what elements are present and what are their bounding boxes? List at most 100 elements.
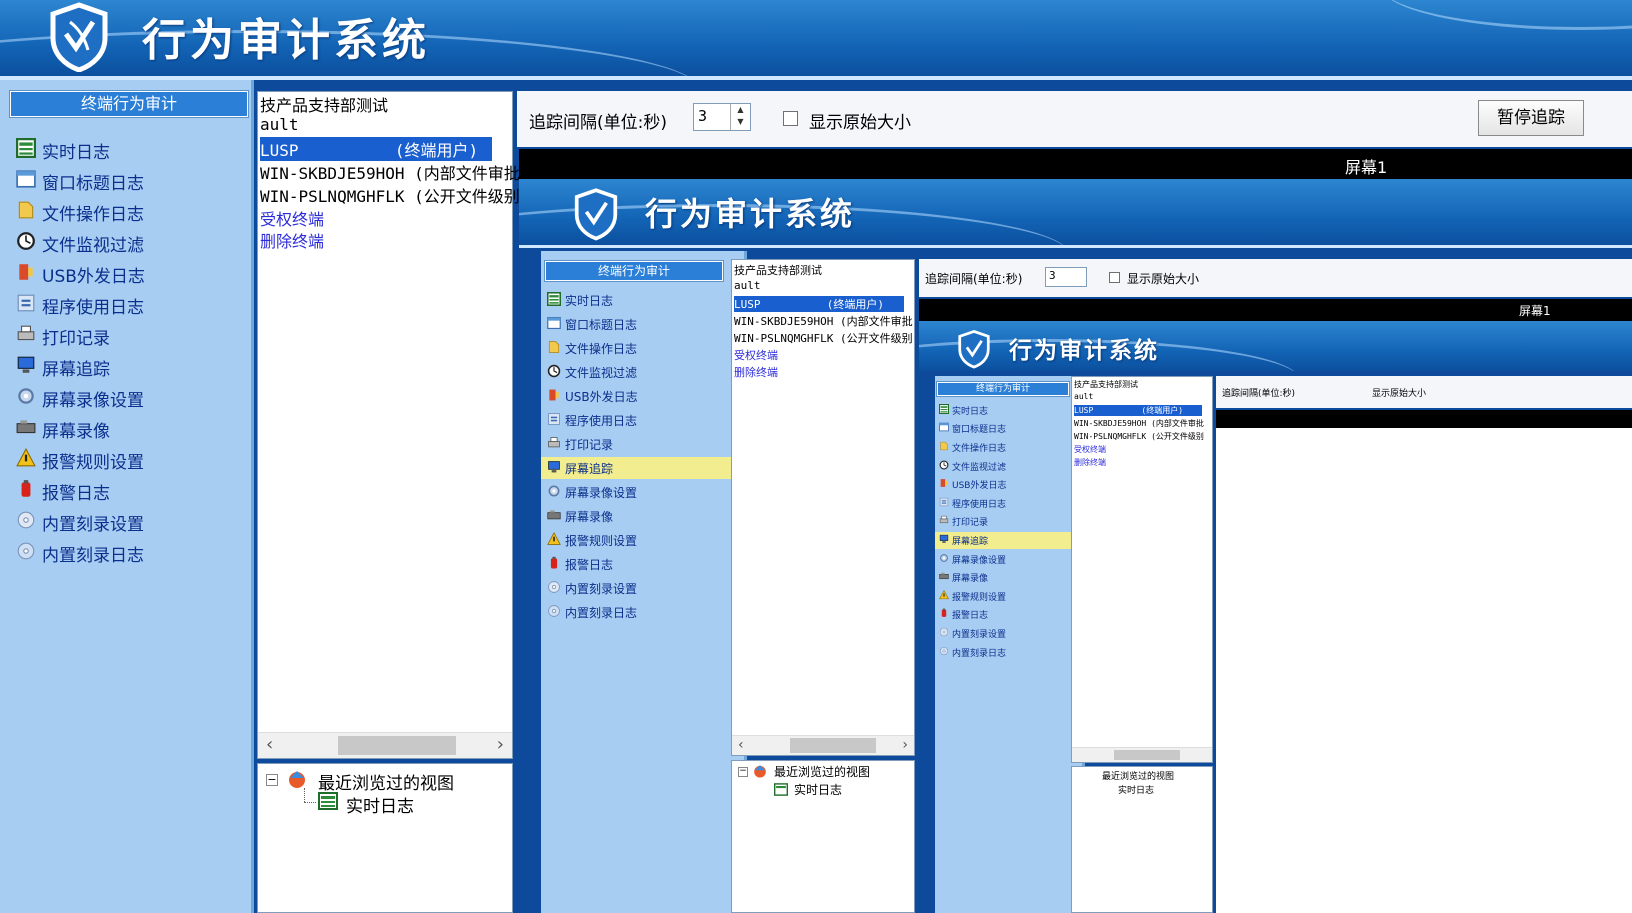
- sidebar-item-6[interactable]: 程序使用日志: [0, 291, 251, 320]
- recent-views-icon: [754, 765, 766, 778]
- capture-terminal-list: 技产品支持部测试 ault LUSP (终端用户) WIN-SKBDJE59HOH (…: [731, 259, 915, 756]
- monitor-icon: [16, 355, 36, 380]
- sidebar-item-7[interactable]: 打印记录: [0, 322, 251, 351]
- usb-icon: [16, 262, 36, 287]
- show-original-label[interactable]: 显示原始大小: [809, 108, 911, 133]
- sidebar-item-label: 报警日志: [42, 484, 110, 504]
- interval-value[interactable]: 3: [698, 107, 707, 125]
- pause-tracking-button[interactable]: 暂停追踪: [1478, 100, 1584, 136]
- sidebar-item-13[interactable]: 内置刻录设置: [0, 508, 251, 537]
- sidebar-item-label: 程序使用日志: [565, 413, 638, 428]
- sidebar-item-label: 实时日志: [952, 406, 989, 417]
- sidebar-item-label: 报警规则设置: [952, 592, 1007, 603]
- show-original-checkbox[interactable]: [783, 111, 798, 126]
- sidebar-item-5[interactable]: USB外发日志: [0, 260, 251, 289]
- sidebar-item-10[interactable]: 屏幕录像: [0, 415, 251, 444]
- sidebar-item-label: USB外发日志: [952, 481, 1007, 492]
- alarm-icon: [547, 556, 561, 573]
- sidebar-item-label: 文件操作日志: [565, 341, 638, 356]
- sidebar-item-4[interactable]: 文件监视过滤: [0, 229, 251, 258]
- scroll-right-icon[interactable]: ›: [497, 733, 504, 757]
- sidebar-item-9[interactable]: 屏幕录像设置: [0, 384, 251, 413]
- terminal-item[interactable]: 受权终端: [260, 206, 324, 230]
- app-title: 行为审计系统: [142, 15, 430, 66]
- realtime-log-icon: [318, 792, 338, 810]
- scroll-left-icon: ‹: [738, 737, 744, 753]
- sidebar-item-12: 报警日志: [541, 553, 744, 575]
- printer-icon: [547, 436, 561, 453]
- terminal-item[interactable]: 删除终端: [260, 228, 324, 252]
- sidebar-item-label: 屏幕追踪: [42, 360, 110, 380]
- warning-icon: [547, 531, 561, 549]
- sidebar-item-3[interactable]: 文件操作日志: [0, 198, 251, 227]
- sidebar-item-11[interactable]: 报警规则设置: [0, 446, 251, 475]
- sidebar-item-label: 程序使用日志: [42, 298, 144, 318]
- sidebar-item-2[interactable]: 窗口标题日志: [0, 167, 251, 196]
- sidebar-item-5: USB外发日志: [935, 476, 1082, 493]
- sidebar-item-8: 屏幕追踪: [541, 457, 744, 479]
- capture-interval-label: 追踪间隔(单位:秒): [925, 272, 1023, 286]
- sidebar-item-label: 程序使用日志: [952, 499, 1007, 510]
- sidebar-item-label: 屏幕录像: [565, 509, 614, 524]
- tree-root-label[interactable]: 最近浏览过的视图: [318, 769, 454, 794]
- terminal-hscrollbar[interactable]: ‹ ›: [258, 732, 512, 758]
- terminal-list[interactable]: 技产品支持部测试 ault LUSP (终端用户) WIN-SKBDJE59HOH (…: [257, 91, 520, 759]
- sidebar-item-label: USB外发日志: [42, 267, 145, 287]
- camera-icon: [939, 571, 949, 584]
- terminal-item: ault: [734, 279, 761, 292]
- sidebar-item-label: 报警规则设置: [42, 453, 144, 473]
- spin-buttons[interactable]: ▲ ▼: [730, 104, 750, 130]
- program-icon: [547, 412, 561, 429]
- usb-icon: [547, 388, 561, 405]
- sidebar-item-11: 报警规则设置: [935, 588, 1082, 605]
- sidebar-item-5: USB外发日志: [541, 385, 744, 407]
- disc-icon: [547, 580, 561, 597]
- screen-capture: 行为审计系统 终端行为审计 实时日志 窗口标题日志 文件操作日志 文件监视过滤 USB外…: [519, 179, 1632, 913]
- inner-tree-child: 实时日志: [1118, 786, 1155, 796]
- capture-checkbox: [1109, 272, 1120, 283]
- warning-icon: [939, 589, 949, 603]
- sidebar-item-12: 报警日志: [935, 607, 1082, 624]
- sidebar-item-label: 打印记录: [565, 437, 614, 452]
- sidebar-item-14: 内置刻录日志: [935, 644, 1082, 661]
- file-monitor-icon: [16, 231, 36, 256]
- sidebar-item-13: 内置刻录设置: [541, 577, 744, 599]
- disc-icon: [16, 510, 36, 535]
- sidebar-item-1[interactable]: 实时日志: [0, 136, 251, 165]
- sidebar-item-label: 报警日志: [952, 611, 989, 622]
- sidebar-item-4: 文件监视过滤: [541, 361, 744, 383]
- scroll-thumb[interactable]: [338, 736, 456, 755]
- scroll-left-icon[interactable]: ‹: [266, 733, 273, 757]
- capture-header: 行为审计系统: [519, 179, 1632, 245]
- sidebar-item-4: 文件监视过滤: [935, 458, 1082, 475]
- realtime-log-icon: [939, 403, 949, 417]
- capture-tree-root: 最近浏览过的视图: [774, 765, 871, 779]
- file-monitor-icon: [939, 460, 949, 473]
- sidebar-item-7: 打印记录: [935, 514, 1082, 531]
- sidebar-item-14[interactable]: 内置刻录日志: [0, 539, 251, 568]
- terminal-item: 删除终端: [1074, 458, 1106, 467]
- sidebar-item-12[interactable]: 报警日志: [0, 477, 251, 506]
- inner-interval-label: 追踪间隔(单位:秒): [1222, 389, 1296, 399]
- terminal-item[interactable]: WIN-PSLNQMGHFLK (公开文件级别: [260, 183, 520, 207]
- sidebar-item-9: 屏幕录像设置: [541, 481, 744, 503]
- sidebar-item-8[interactable]: 屏幕追踪: [0, 353, 251, 382]
- sidebar-item-10: 屏幕录像: [541, 505, 744, 527]
- inner-toolbar: 追踪间隔(单位:秒) 显示原始大小: [1216, 376, 1632, 408]
- tree-child-label[interactable]: 实时日志: [346, 792, 414, 817]
- window-title-icon: [939, 422, 949, 435]
- sidebar-item-label: 内置刻录日志: [42, 546, 144, 566]
- sidebar-item-7: 打印记录: [541, 433, 744, 455]
- terminal-item: WIN-SKBDJE59HOH (内部文件审批: [734, 315, 913, 328]
- scroll-thumb: [1114, 750, 1180, 760]
- gear-icon: [939, 553, 949, 566]
- terminal-item[interactable]: WIN-SKBDJE59HOH (内部文件审批: [260, 160, 520, 184]
- sidebar-item-3: 文件操作日志: [541, 337, 744, 359]
- terminal-item[interactable]: 技产品支持部测试: [260, 92, 388, 116]
- nav-header[interactable]: 终端行为审计: [9, 90, 249, 118]
- interval-spinner[interactable]: 3 ▲ ▼: [693, 103, 751, 131]
- realtime-log-icon: [547, 291, 561, 309]
- terminal-item[interactable]: LUSP (终端用户): [260, 137, 492, 162]
- terminal-item[interactable]: ault: [260, 115, 299, 134]
- tree-expander-icon[interactable]: −: [266, 774, 278, 786]
